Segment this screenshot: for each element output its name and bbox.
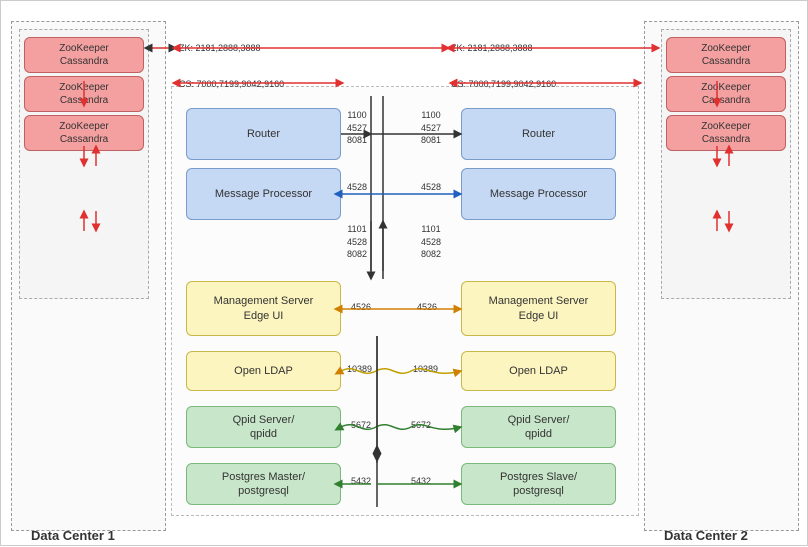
mp-right-bottom-ports: 1101 4528 8082 — [421, 223, 441, 261]
zk-right-label: ZK: 2181,2888,3888 — [451, 43, 533, 53]
dc2-label: Data Center 2 — [664, 528, 748, 543]
mp-left: Message Processor — [186, 168, 341, 220]
cs-right-label: CS: 7000,7199,9042,9160 — [451, 79, 556, 89]
right-zk-node-1: ZooKeeperCassandra — [666, 37, 786, 73]
mp-left-port: 4528 — [347, 181, 367, 194]
right-zk-node-3: ZooKeeperCassandra — [666, 115, 786, 151]
pg-left: Postgres Master/ postgresql — [186, 463, 341, 505]
mgmt-left-port: 4526 — [351, 301, 371, 314]
router-left-ports: 1100 4527 8081 — [347, 109, 367, 147]
qpid-right-port: 5672 — [411, 419, 431, 432]
dc1-label: Data Center 1 — [31, 528, 115, 543]
mp-left-bottom-ports: 1101 4528 8082 — [347, 223, 367, 261]
mgmt-right: Management Server Edge UI — [461, 281, 616, 336]
router-right: Router — [461, 108, 616, 160]
cs-left-label: CS: 7000,7199,9042,9160 — [179, 79, 284, 89]
qpid-right: Qpid Server/ qpidd — [461, 406, 616, 448]
qpid-left: Qpid Server/ qpidd — [186, 406, 341, 448]
ldap-left: Open LDAP — [186, 351, 341, 391]
pg-right: Postgres Slave/ postgresql — [461, 463, 616, 505]
left-zk-node-2: ZooKeeperCassandra — [24, 76, 144, 112]
zk-left-label: ZK: 2181,2888,3888 — [179, 43, 261, 53]
router-right-ports: 1100 4527 8081 — [421, 109, 441, 147]
right-zk-node-2: ZooKeeperCassandra — [666, 76, 786, 112]
router-left: Router — [186, 108, 341, 160]
left-zk-node-1: ZooKeeperCassandra — [24, 37, 144, 73]
mp-right-port: 4528 — [421, 181, 441, 194]
mgmt-left: Management Server Edge UI — [186, 281, 341, 336]
mgmt-right-port: 4526 — [417, 301, 437, 314]
diagram-container: Data Center 1 Data Center 2 ZooKeeperCas… — [0, 0, 808, 546]
left-zk-node-3: ZooKeeperCassandra — [24, 115, 144, 151]
pg-right-port: 5432 — [411, 475, 431, 488]
pg-left-port: 5432 — [351, 475, 371, 488]
mp-right: Message Processor — [461, 168, 616, 220]
qpid-left-port: 5672 — [351, 419, 371, 432]
ldap-right: Open LDAP — [461, 351, 616, 391]
left-zk-cluster: ZooKeeperCassandra ZooKeeperCassandra Zo… — [19, 29, 149, 299]
ldap-right-port: 10389 — [413, 363, 438, 376]
right-zk-cluster: ZooKeeperCassandra ZooKeeperCassandra Zo… — [661, 29, 791, 299]
ldap-left-port: 10389 — [347, 363, 372, 376]
